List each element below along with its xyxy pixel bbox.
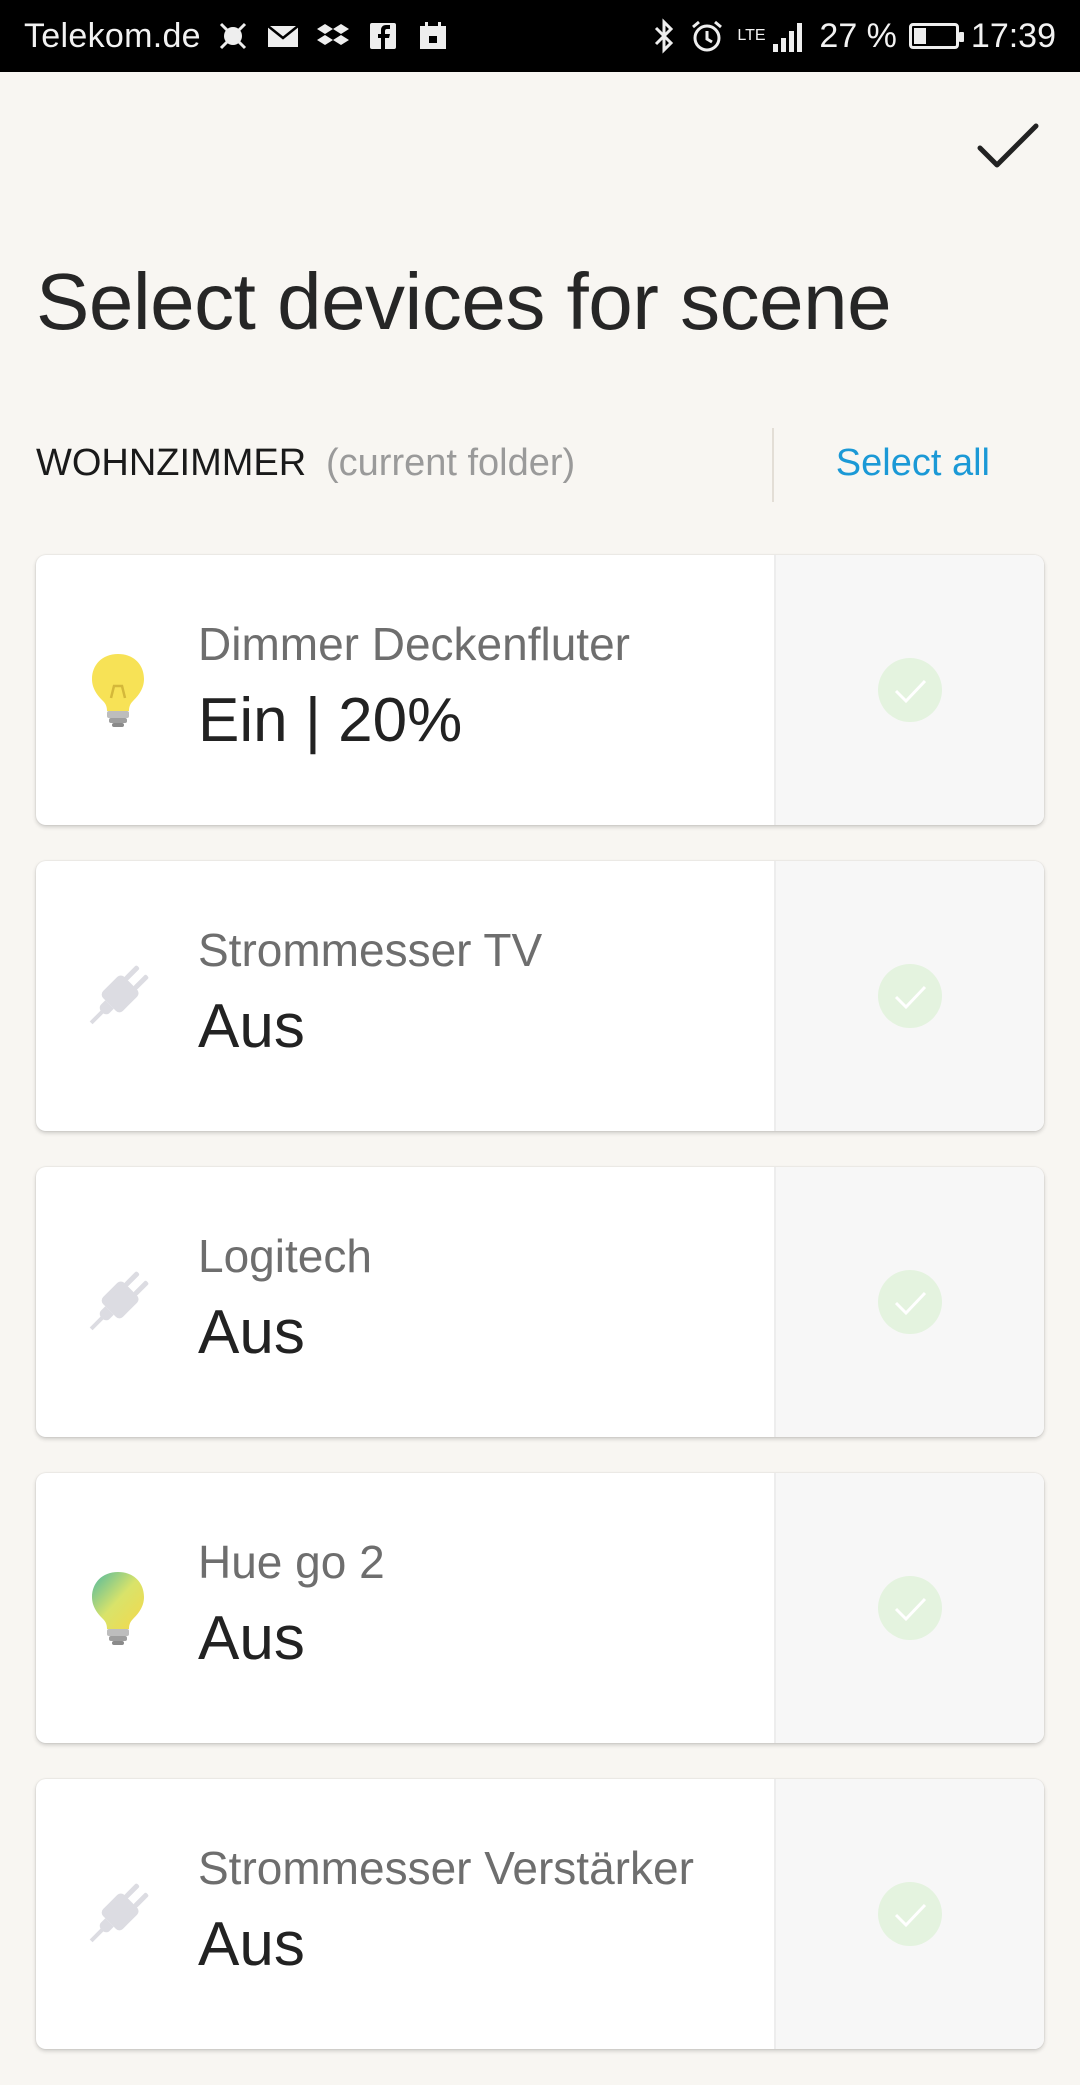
folder-header: WOHNZIMMER (current folder) Select all <box>36 420 1044 504</box>
device-state: Aus <box>198 1298 305 1367</box>
device-card[interactable]: Strommesser TV Aus <box>36 861 1044 1131</box>
device-name: Dimmer Deckenfluter <box>198 618 630 670</box>
device-select-toggle[interactable] <box>774 1473 1044 1743</box>
device-name: Hue go 2 <box>198 1536 385 1588</box>
device-card[interactable]: Logitech Aus <box>36 1167 1044 1437</box>
dropbox-icon <box>316 24 349 45</box>
alarm-icon <box>692 20 723 52</box>
select-all-button[interactable]: Select all <box>836 442 990 485</box>
calendar-icon <box>419 22 446 49</box>
device-name: Strommesser Verstärker <box>198 1842 694 1894</box>
device-state: Aus <box>198 1604 305 1673</box>
check-circle-icon <box>878 1576 942 1640</box>
carrier-label: Telekom.de <box>24 16 201 55</box>
device-card[interactable]: Hue go 2 Aus <box>36 1473 1044 1743</box>
bulb-yellow-icon <box>92 654 144 727</box>
facebook-icon <box>369 23 396 49</box>
bluetooth-icon <box>655 18 674 54</box>
plug-icon <box>89 965 149 1025</box>
page-title: Select devices for scene <box>36 257 892 346</box>
battery-icon <box>908 23 964 49</box>
mail-icon <box>267 25 299 47</box>
battery-percent: 27 % <box>819 16 897 55</box>
device-card[interactable]: Strommesser Verstärker Aus <box>36 1779 1044 2049</box>
check-circle-icon <box>878 1882 942 1946</box>
device-select-toggle[interactable] <box>774 1167 1044 1437</box>
device-name: Logitech <box>198 1230 372 1282</box>
plug-icon <box>89 1271 149 1331</box>
app-notification-icon <box>219 22 246 50</box>
device-state: Ein | 20% <box>198 686 463 755</box>
folder-hint: (current folder) <box>326 442 576 484</box>
device-name: Strommesser TV <box>198 924 543 976</box>
folder-name: WOHNZIMMER <box>36 442 307 484</box>
check-circle-icon <box>878 964 942 1028</box>
check-circle-icon <box>878 658 942 722</box>
plug-icon <box>89 1883 149 1943</box>
device-select-toggle[interactable] <box>774 1779 1044 2049</box>
device-card[interactable]: Dimmer Deckenfluter Ein | 20% <box>36 555 1044 825</box>
bulb-color-icon <box>92 1572 144 1645</box>
clock: 17:39 <box>970 16 1056 55</box>
checkmark-icon <box>977 123 1039 168</box>
network-type-label: LTE <box>737 27 766 44</box>
status-bar: Telekom.de LTE 27 % 17:39 <box>0 0 1080 72</box>
signal-icon <box>773 23 803 52</box>
divider <box>772 428 774 502</box>
device-select-toggle[interactable] <box>774 861 1044 1131</box>
device-list: Dimmer Deckenfluter Ein | 20% Strommesse… <box>36 555 1044 2085</box>
check-circle-icon <box>878 1270 942 1334</box>
confirm-button[interactable] <box>972 110 1044 182</box>
device-select-toggle[interactable] <box>774 555 1044 825</box>
device-state: Aus <box>198 992 305 1061</box>
